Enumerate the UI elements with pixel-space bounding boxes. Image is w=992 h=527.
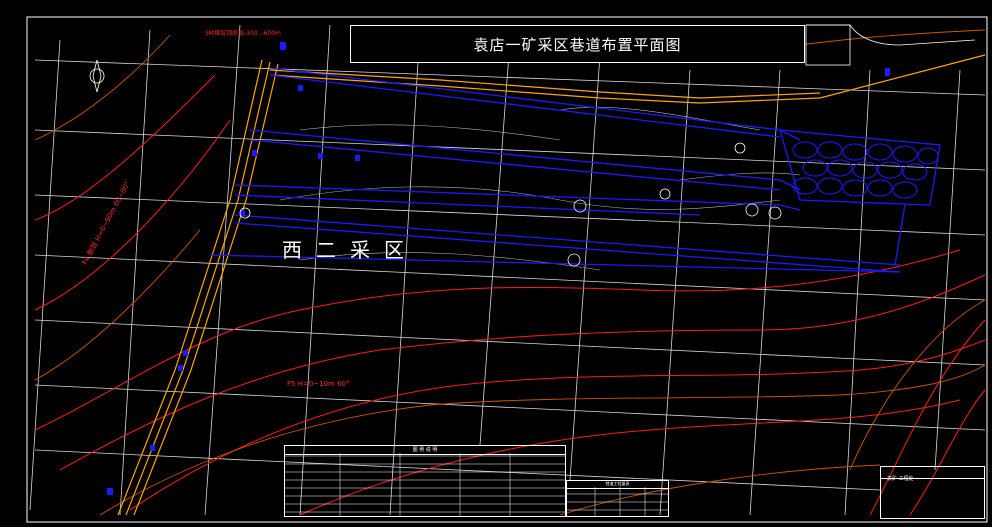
quantity-table: 巷道工程量表 — [566, 480, 669, 517]
north-arrow — [89, 59, 105, 93]
top-left-label: SM煤层顶底板-300..-600m — [205, 30, 281, 37]
top-right-structure — [806, 24, 976, 46]
mid-fault-label: F5 H=0~10m 60° — [287, 380, 350, 388]
title-block: 袁店一矿采区巷道布置平面图 — [350, 25, 805, 63]
legend-table: 图 例 说 明 — [284, 445, 566, 517]
title-stamp: 袁矿 工程处 — [880, 466, 985, 519]
orange-contours — [34, 29, 986, 516]
quantity-table-title: 巷道工程量表 — [567, 481, 668, 489]
stamp-title: 袁矿 工程处 — [887, 476, 914, 482]
top-right-box — [805, 24, 851, 66]
area-label: 西二采区 — [282, 238, 418, 262]
drawing-title: 袁店一矿采区巷道布置平面图 — [473, 36, 682, 54]
legend-title: 图 例 说 明 — [285, 446, 565, 455]
